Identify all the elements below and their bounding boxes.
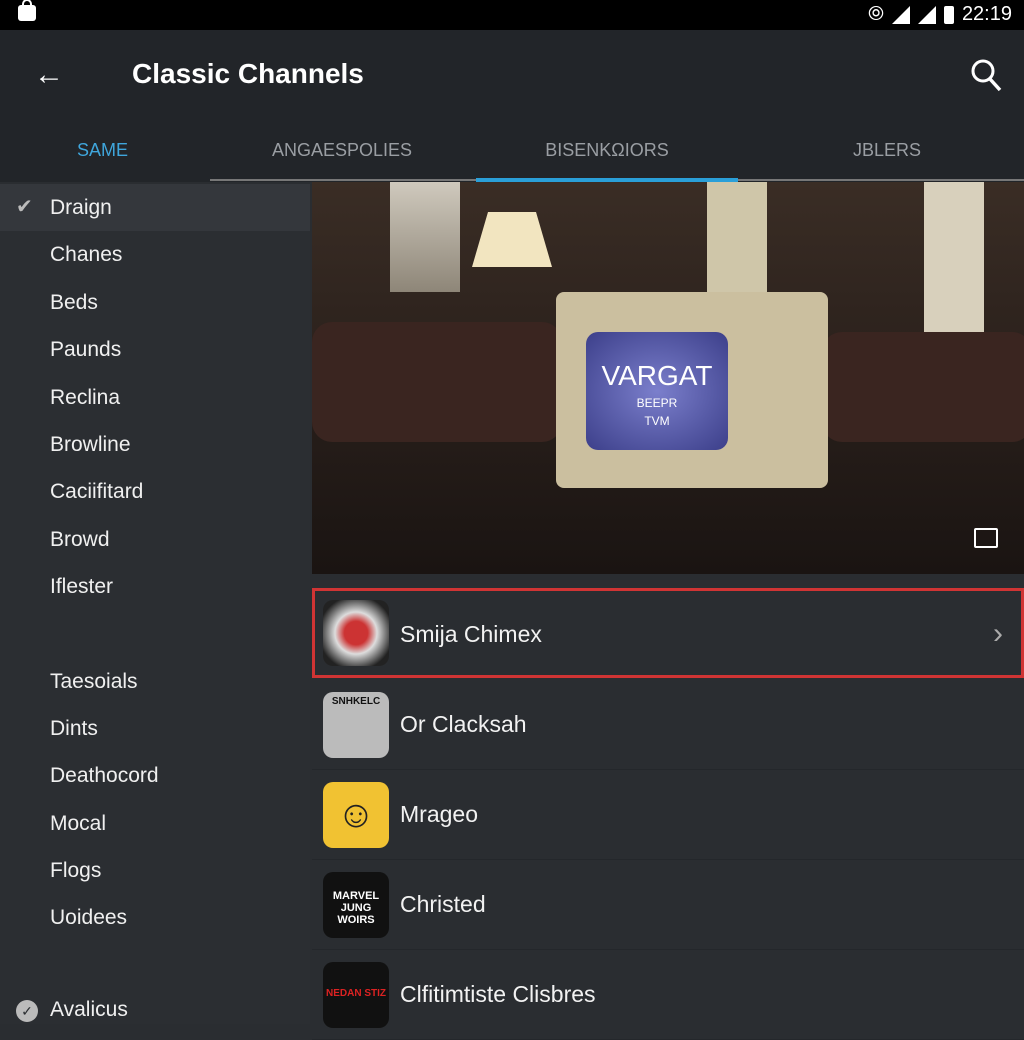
wifi-icon	[891, 5, 910, 24]
status-bar: ⦾ 22:19	[0, 0, 1024, 30]
sidebar-item[interactable]: Caciifitard	[0, 468, 310, 515]
fullscreen-icon[interactable]	[974, 528, 998, 548]
door	[924, 182, 984, 332]
back-arrow-icon[interactable]: ←	[34, 58, 64, 92]
signal-icon	[917, 5, 936, 24]
sidebar-item[interactable]: Browline	[0, 421, 310, 468]
tab-same[interactable]: SAME	[0, 120, 205, 180]
tv-screen-text: BEEPR	[636, 396, 678, 410]
tv-screen-title: VARGAT	[601, 360, 713, 391]
sofa	[822, 332, 1024, 442]
search-icon[interactable]	[970, 58, 1002, 92]
sidebar-item[interactable]: Paunds	[0, 326, 310, 373]
sidebar-item[interactable]: Browd	[0, 516, 310, 563]
check-icon: ✔	[16, 196, 33, 218]
sidebar-item[interactable]: Dints	[0, 705, 310, 752]
sidebar-item-label: Draign	[50, 196, 112, 219]
channel-row[interactable]: Smija Chimex ›	[312, 588, 1024, 678]
channel-row[interactable]: MARVEL JUNG WOIRS Christed	[312, 860, 1024, 950]
channel-name: Smija Chimex	[400, 621, 542, 647]
sofa	[312, 322, 562, 442]
channel-row[interactable]: NEDAN STIZ Clfitimtiste Clisbres	[312, 950, 1024, 1040]
clock: 22:19	[961, 3, 1012, 25]
tab-jblers[interactable]: JBLERS	[750, 120, 1024, 180]
sidebar: ✔ Draign Chanes Beds Paunds Reclina Browl…	[0, 184, 310, 1024]
channel-thumbnail: MARVEL JUNG WOIRS	[323, 872, 389, 938]
lamp	[472, 212, 552, 267]
channel-name: Or Clacksah	[400, 711, 527, 737]
sidebar-item[interactable]: Flogs	[0, 847, 310, 894]
tv-screen-text: TVM	[644, 414, 670, 428]
tv-screen: VARGAT BEEPR TVM	[586, 332, 728, 450]
battery-icon	[943, 5, 954, 24]
sidebar-item[interactable]: Mocal	[0, 800, 310, 847]
sidebar-item[interactable]: Reclina	[0, 374, 310, 421]
channel-thumbnail: SNHKELC	[323, 692, 389, 758]
channel-thumbnail	[323, 600, 389, 666]
sidebar-item[interactable]: Deathocord	[0, 752, 310, 799]
channel-name: Clfitimtiste Clisbres	[400, 981, 596, 1007]
sidebar-item-draign[interactable]: ✔ Draign	[0, 184, 310, 231]
tab-bar: SAME ANGAESPOLIES BISENKΩIORS JBLERS	[0, 120, 1024, 182]
door	[707, 182, 767, 292]
channel-thumbnail: NEDAN STIZ	[323, 962, 389, 1028]
channel-name: Mrageo	[400, 801, 478, 827]
sidebar-item[interactable]: Iflester	[0, 563, 310, 610]
sidebar-item[interactable]: Beds	[0, 279, 310, 326]
channel-row[interactable]: ☺ Mrageo	[312, 770, 1024, 860]
channel-name: Christed	[400, 891, 486, 917]
sidebar-item-avalicus[interactable]: ✓ Avalicus	[0, 986, 310, 1033]
tab-bisenkoiors[interactable]: BISENKΩIORS	[476, 120, 738, 180]
chevron-right-icon: ›	[993, 617, 1003, 650]
sidebar-item[interactable]: Uoidees	[0, 894, 310, 941]
smiley-thumbnail: ☺	[323, 782, 389, 848]
channel-row[interactable]: SNHKELC Or Clacksah	[312, 680, 1024, 770]
check-circle-icon: ✓	[16, 1000, 38, 1022]
sidebar-item[interactable]: Taesoials	[0, 658, 310, 705]
window	[390, 182, 460, 292]
page-title: Classic Channels	[132, 58, 364, 89]
sidebar-item[interactable]: Chanes	[0, 231, 310, 278]
video-preview[interactable]: VARGAT BEEPR TVM	[312, 182, 1024, 574]
sidebar-item-label: Avalicus	[50, 998, 128, 1021]
vibrate-icon: ⦾	[867, 3, 884, 25]
app-bar: ← Classic Channels	[0, 30, 1024, 120]
tab-angaespolies[interactable]: ANGAESPOLIES	[210, 120, 474, 180]
tv-set: VARGAT BEEPR TVM	[556, 292, 828, 488]
lock-icon	[18, 0, 36, 21]
